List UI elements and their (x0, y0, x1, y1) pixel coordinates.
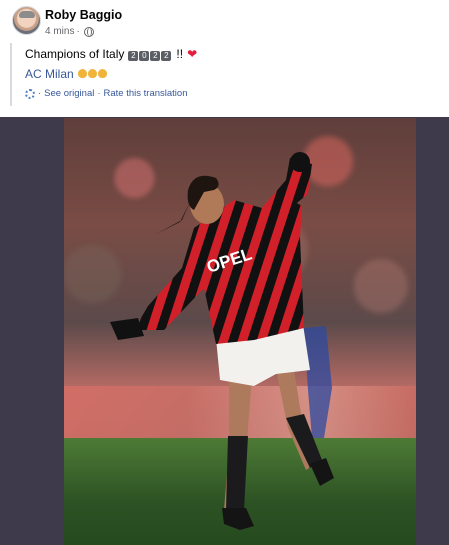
post-text-exclaim: !! (176, 47, 184, 61)
author-name[interactable]: Roby Baggio (45, 8, 122, 22)
author-avatar[interactable] (12, 6, 41, 35)
background-player (304, 326, 332, 438)
clapping-hands-group (77, 67, 108, 81)
post-time[interactable]: 4 mins (45, 26, 74, 37)
post-text-block: Champions of Italy 2022 !! ❤ AC Milan · … (10, 43, 445, 106)
digit-keycap-2: 0 (139, 51, 150, 61)
left-sock (226, 436, 248, 510)
player-ponytail (156, 202, 190, 234)
digit-keycap-3: 2 (150, 51, 161, 61)
clapping-hands-icon (77, 69, 87, 78)
post-text-line-2: AC Milan (25, 67, 108, 81)
globe-icon (83, 26, 94, 37)
clapping-hands-icon (97, 69, 107, 78)
post-text-prefix: Champions of Italy (25, 47, 125, 61)
meta-separator: · (76, 26, 80, 37)
year-keycap-group: 2022 (128, 47, 172, 61)
translation-actions: · See original · Rate this translation (25, 88, 187, 99)
post-text-line-1: Champions of Italy 2022 !! ❤ (25, 47, 197, 61)
digit-keycap-4: 2 (161, 51, 172, 61)
left-boot (222, 508, 254, 530)
see-original-link[interactable]: See original (44, 88, 94, 99)
post-photo[interactable]: OPEL (64, 118, 416, 545)
action-separator: · (97, 88, 101, 99)
rate-translation-link[interactable]: Rate this translation (104, 88, 188, 99)
red-heart-icon: ❤ (187, 47, 198, 61)
digit-keycap-1: 2 (128, 51, 139, 61)
facebook-post: Roby Baggio 4 mins · Champions of Italy … (0, 0, 449, 545)
settings-gear-icon[interactable] (25, 88, 35, 99)
photo-container[interactable]: OPEL (0, 117, 449, 545)
footballer-figure: OPEL (110, 152, 334, 530)
lower-glove (110, 318, 144, 340)
post-meta: 4 mins · (45, 26, 94, 37)
action-separator: · (38, 88, 42, 99)
clapping-hands-icon (87, 69, 97, 78)
raised-hand (290, 152, 310, 172)
club-link[interactable]: AC Milan (25, 67, 74, 81)
